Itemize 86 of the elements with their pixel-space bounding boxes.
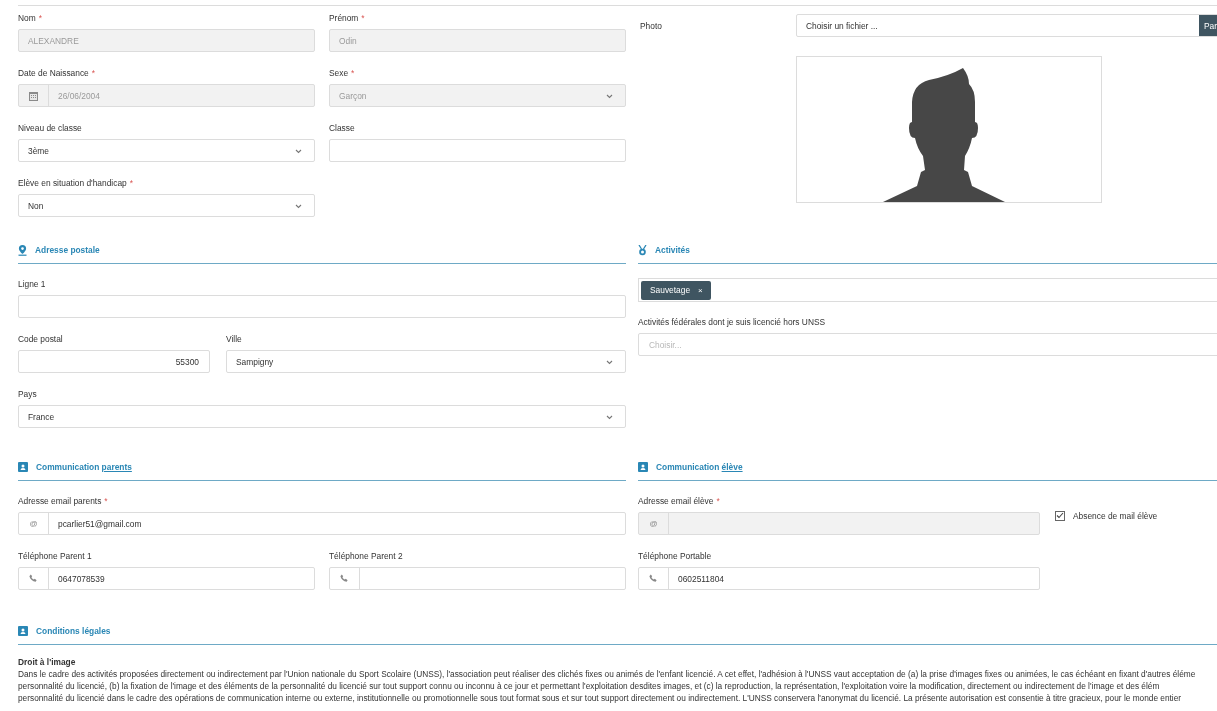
select-field[interactable]: Sampigny: [226, 350, 626, 373]
input-field[interactable]: [18, 295, 626, 318]
field-label: Ville: [226, 334, 242, 344]
checkbox-label: Absence de mail élève: [1073, 510, 1158, 521]
required-mark: *: [716, 496, 720, 506]
phone-field[interactable]: 0602511804: [638, 567, 1040, 590]
select-field[interactable]: 3ème: [18, 139, 315, 162]
phone-icon: [649, 574, 658, 583]
field-label: Adresse email parents: [18, 496, 102, 506]
chevron-down-icon: [295, 149, 302, 154]
select-field[interactable]: Non: [18, 194, 315, 217]
field-label: Elève en situation d'handicap: [18, 178, 127, 188]
tag-label: Sauvetage: [650, 285, 691, 295]
field-label: Activités fédérales dont je suis licencié hors UNSS: [638, 317, 826, 327]
phone-field[interactable]: [329, 567, 626, 590]
field-value: 26/06/2004: [57, 90, 100, 101]
field-value: 0647078539: [57, 573, 105, 584]
field-label: Photo: [639, 20, 663, 31]
section-title: Communication parents: [36, 462, 132, 472]
chevron-down-icon: [606, 415, 613, 420]
field-value: 55300: [175, 356, 199, 367]
remove-tag-button[interactable]: ×: [698, 285, 703, 295]
section-title-link[interactable]: parents: [101, 462, 132, 472]
at-sign: @: [649, 519, 658, 528]
email-field[interactable]: @ pcarlier51@gmail.com: [18, 512, 626, 535]
chevron-down-icon: [606, 94, 613, 99]
chevron-down-icon: [606, 360, 613, 365]
phone-field[interactable]: 0647078539: [18, 567, 315, 590]
contact-card-icon: [18, 626, 28, 636]
contact-card-icon: [18, 462, 28, 472]
field-value: Garçon: [338, 90, 367, 101]
field-label: Téléphone Parent 2: [329, 551, 403, 561]
field-value: ALEXANDRE: [27, 35, 79, 46]
field-label: Téléphone Portable: [638, 551, 712, 561]
medal-icon: [638, 244, 647, 256]
section-title: Activités: [655, 245, 690, 255]
required-mark: *: [104, 496, 108, 506]
location-pin-icon: [18, 244, 27, 256]
check-icon: [1056, 512, 1064, 519]
required-mark: *: [91, 68, 96, 78]
field-label: Pays: [18, 389, 37, 399]
calendar-icon: [29, 90, 38, 101]
required-mark: *: [351, 68, 355, 78]
legal-text-line: personnalité du licencié dans le cadre des opérations de communication interne ou externe, institutionnelle ou promotionnelle sous tout format sous et sur tout support directement ou indirectement. L'UNSS conservera l'anonymat du licencié. La présente autorisation est consentie à titre gracieux, pour le monde entier: [18, 692, 1183, 704]
field-value: pcarlier51@gmail.com: [57, 518, 142, 529]
chevron-down-icon: [295, 204, 302, 209]
phone-icon: [340, 574, 349, 583]
field-label: Prénom: [329, 13, 359, 23]
at-sign: @: [29, 519, 38, 528]
section-title-link[interactable]: élève: [721, 462, 743, 472]
section-title: Communication élève: [656, 462, 743, 472]
field-value: 3ème: [27, 145, 49, 156]
legal-text-line: Dans le cadre des activités proposées directement ou indirectement par l'Union nationale du Sport Scolaire (UNSS), l'association peut réaliser des clichés fixes ou animés de l'enfant licencié. A cet effet, l'adhésion à l'UNSS vaut acceptation de (a) la prise d'images fixes ou animées, le cas échéant en fixant d'autres éléme: [18, 668, 1197, 680]
field-value: France: [27, 411, 55, 422]
field-label: Ligne 1: [18, 279, 46, 289]
activity-tag[interactable]: Sauvetage ×: [641, 280, 711, 300]
field-label: Téléphone Parent 1: [18, 551, 92, 561]
field-label: Nom: [18, 13, 36, 23]
field-label: Classe: [329, 123, 355, 133]
field-label: Sexe: [329, 68, 349, 78]
checkbox[interactable]: [1055, 510, 1065, 521]
required-mark: *: [129, 178, 133, 188]
section-title: Adresse postale: [35, 245, 100, 255]
browse-button[interactable]: Par: [1199, 15, 1217, 36]
section-title: Conditions légales: [36, 626, 111, 636]
required-mark: *: [38, 13, 42, 23]
field-value: 0602511804: [677, 573, 724, 584]
field-label: Date de Naissance: [18, 68, 89, 78]
field-value: Sampigny: [235, 356, 274, 367]
file-field[interactable]: Choisir un fichier ... Par: [796, 14, 1217, 37]
field-placeholder: Choisir...: [648, 339, 682, 350]
field-value: Non: [27, 200, 44, 211]
file-placeholder: Choisir un fichier ...: [805, 19, 879, 33]
field-value: Odin: [338, 35, 357, 46]
contact-card-icon: [638, 462, 648, 472]
field-label: Adresse email élève: [638, 496, 714, 506]
legal-text-line: personnalité du licencié, (b) la fixation de l'image et des éléments de la personnalité du licencié sur tout support connu ou inconnu à ce jour et permettant l'exploitation desdites images, et (c) la reproduction, la représentation, l'exploitation voire la modification, directement ou indirectement de l'image et des élém: [18, 680, 1161, 692]
select-field[interactable]: France: [18, 405, 626, 428]
number-field[interactable]: 55300: [18, 350, 210, 373]
field-label: Code postal: [18, 334, 63, 344]
phone-icon: [29, 574, 38, 583]
legal-subtitle: Droit à l'image: [18, 656, 77, 668]
field-label: Niveau de classe: [18, 123, 82, 133]
input-field[interactable]: [329, 139, 626, 162]
required-mark: *: [361, 13, 365, 23]
tag-field[interactable]: Sauvetage ×: [638, 278, 1217, 302]
